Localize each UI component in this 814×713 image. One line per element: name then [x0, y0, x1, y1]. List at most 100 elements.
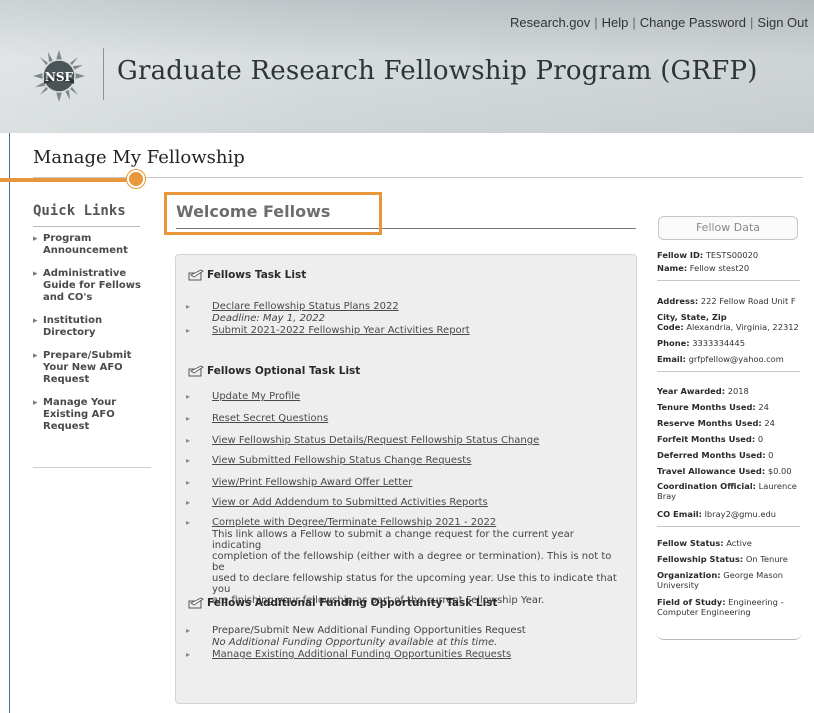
- name-row: Name: Fellow stest20: [657, 263, 750, 273]
- separator: |: [632, 15, 636, 30]
- logo-divider: [103, 48, 104, 100]
- tenure-months-row: Tenure Months Used: 24: [657, 402, 769, 412]
- fellowship-status-row: Fellowship Status: On Tenure: [657, 554, 788, 564]
- prepare-afo-text: Prepare/Submit New Additional Funding Op…: [212, 625, 526, 636]
- annotation-dot: [127, 170, 145, 188]
- research-gov-link[interactable]: Research.gov: [510, 15, 590, 30]
- arrow-right-icon: ▸: [33, 234, 38, 244]
- arrow-right-icon: ▸: [33, 398, 38, 408]
- fellow-status-row: Fellow Status: Active: [657, 538, 752, 548]
- add-addendum-link[interactable]: View or Add Addendum to Submitted Activi…: [212, 497, 488, 508]
- deferred-months-row: Deferred Months Used: 0: [657, 450, 774, 460]
- task-panel: Fellows Task List ▸ Declare Fellowship St…: [175, 254, 637, 704]
- address-row: Address: 222 Fellow Road Unit F: [657, 296, 796, 306]
- code-row: Code: Alexandria, Virginia, 22312: [657, 322, 799, 332]
- view-status-details-link[interactable]: View Fellowship Status Details/Request F…: [212, 435, 539, 446]
- task-item: ▸ Prepare/Submit New Additional Funding O…: [186, 625, 526, 637]
- change-password-link[interactable]: Change Password: [640, 15, 746, 30]
- task-item: ▸ View/Print Fellowship Award Offer Lette…: [186, 477, 412, 489]
- bullet-icon: ▸: [186, 326, 191, 335]
- pen-note-icon: [188, 597, 204, 609]
- divider: [657, 280, 800, 281]
- help-link[interactable]: Help: [602, 15, 629, 30]
- quick-link-program-announcement[interactable]: ▸ Program Announcement: [33, 233, 148, 257]
- title-divider: [33, 177, 803, 178]
- frame-border: [9, 133, 10, 713]
- task-item: ▸ View Fellowship Status Details/Request …: [186, 435, 539, 447]
- arrow-right-icon: ▸: [33, 316, 38, 326]
- email-row: Email: grfpfellow@yahoo.com: [657, 354, 784, 364]
- annotation-highlight-box: [164, 192, 382, 235]
- section-title: Fellows Optional Task List: [207, 365, 361, 377]
- section-title: Fellows Task List: [207, 269, 307, 281]
- separator: |: [750, 15, 754, 30]
- deadline-note: Deadline: May 1, 2022: [212, 313, 325, 324]
- organization-row: Organization: George Mason University: [657, 570, 784, 590]
- pen-note-icon: [188, 365, 204, 377]
- pen-note-icon: [188, 269, 204, 281]
- task-item: ▸ Update My Profile: [186, 391, 300, 403]
- reset-secret-questions-link[interactable]: Reset Secret Questions: [212, 413, 328, 424]
- optional-task-heading: Fellows Optional Task List: [188, 365, 360, 377]
- arrow-right-icon: ▸: [33, 269, 38, 279]
- print-offer-letter-link[interactable]: View/Print Fellowship Award Offer Letter: [212, 477, 412, 488]
- separator: |: [594, 15, 598, 30]
- update-profile-link[interactable]: Update My Profile: [212, 391, 300, 402]
- phone-row: Phone: 3333334445: [657, 338, 745, 348]
- no-funding-note: No Additional Funding Opportunity availa…: [212, 637, 498, 648]
- quick-link-label: Prepare/Submit: [43, 350, 132, 361]
- quick-links-divider: [33, 226, 140, 227]
- coordination-official-row: Coordination Official: Laurence Bray: [657, 481, 797, 501]
- travel-allowance-row: Travel Allowance Used: $0.00: [657, 466, 792, 476]
- description-line: completion of the fellowship (either wit…: [212, 551, 612, 573]
- quick-link-institution-directory[interactable]: ▸ Institution Directory: [33, 315, 148, 339]
- complete-description: This link allows a Fellow to submit a ch…: [212, 529, 622, 606]
- forfeit-months-row: Forfeit Months Used: 0: [657, 434, 764, 444]
- quick-link-label: Your New AFO: [43, 362, 123, 373]
- declare-status-link[interactable]: Declare Fellowship Status Plans 2022: [212, 301, 399, 312]
- fellow-data-header: Fellow Data: [658, 216, 798, 240]
- description-line: used to declare fellowship status for th…: [212, 573, 617, 595]
- reserve-months-row: Reserve Months Used: 24: [657, 418, 775, 428]
- quick-link-label: Guide for Fellows: [43, 280, 141, 291]
- section-title: Fellows Additional Funding Opportunity T…: [207, 597, 498, 609]
- task-list-heading: Fellows Task List: [188, 269, 306, 281]
- quick-link-label: Directory: [43, 327, 96, 338]
- task-item: ▸ Declare Fellowship Status Plans 2022: [186, 301, 399, 313]
- quick-link-label: and CO's: [43, 292, 93, 303]
- field-of-study-row: Field of Study: Engineering - Computer En…: [657, 597, 784, 617]
- complete-terminate-link[interactable]: Complete with Degree/Terminate Fellowshi…: [212, 517, 496, 528]
- quick-links-list: ▸ Program Announcement ▸ Administrative …: [33, 233, 148, 444]
- quick-link-manage-afo[interactable]: ▸ Manage Your Existing AFO Request: [33, 397, 148, 433]
- quick-link-administrative-guide[interactable]: ▸ Administrative Guide for Fellows and C…: [33, 268, 148, 304]
- submit-activities-report-link[interactable]: Submit 2021-2022 Fellowship Year Activit…: [212, 325, 470, 336]
- manage-afo-requests-link[interactable]: Manage Existing Additional Funding Oppor…: [212, 649, 511, 660]
- task-item: ▸ Complete with Degree/Terminate Fellowsh…: [186, 517, 496, 529]
- quick-link-label: Request: [43, 421, 90, 432]
- city-label-row: City, State, Zip: [657, 312, 727, 322]
- task-item: ▸ Submit 2021-2022 Fellowship Year Activi…: [186, 325, 470, 337]
- fellow-id-row: Fellow ID: TESTS00020: [657, 250, 759, 260]
- bullet-icon: ▸: [186, 392, 191, 401]
- bullet-icon: ▸: [186, 478, 191, 487]
- quick-link-prepare-afo[interactable]: ▸ Prepare/Submit Your New AFO Request: [33, 350, 148, 386]
- page-title: Manage My Fellowship: [33, 147, 245, 168]
- quick-link-label: Request: [43, 374, 90, 385]
- task-item: ▸ View or Add Addendum to Submitted Activ…: [186, 497, 488, 509]
- annotation-connector: [0, 178, 138, 182]
- arrow-right-icon: ▸: [33, 351, 38, 361]
- bullet-icon: ▸: [186, 436, 191, 445]
- nsf-logo: NSF: [33, 50, 85, 102]
- year-awarded-row: Year Awarded: 2018: [657, 386, 749, 396]
- bullet-icon: ▸: [186, 302, 191, 311]
- co-email-row: CO Email: lbray2@gmu.edu: [657, 509, 777, 519]
- program-title: Graduate Research Fellowship Program (GR…: [117, 56, 758, 86]
- quick-link-label: Administrative: [43, 268, 127, 279]
- quick-link-label: Program: [43, 233, 92, 244]
- divider: [657, 526, 800, 527]
- divider: [657, 371, 800, 372]
- view-change-requests-link[interactable]: View Submitted Fellowship Status Change …: [212, 455, 471, 466]
- quick-link-label: Institution: [43, 315, 103, 326]
- quick-link-label: Announcement: [43, 245, 128, 256]
- sign-out-link[interactable]: Sign Out: [757, 15, 808, 30]
